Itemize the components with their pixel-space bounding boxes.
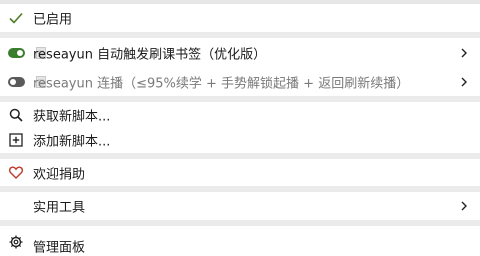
dashboard-label: 管理面板 — [33, 240, 86, 256]
get-new-scripts-item[interactable]: 获取新脚本... — [0, 102, 480, 127]
search-icon — [8, 107, 24, 123]
script-name: reseayun 自动触发刷课书签（优化版） — [33, 47, 267, 63]
donate-item[interactable]: 欢迎捐助 — [0, 159, 480, 186]
chevron-right-icon[interactable] — [458, 76, 470, 88]
add-new-script-label: 添加新脚本... — [33, 134, 111, 150]
get-new-scripts-label: 获取新脚本... — [33, 109, 111, 124]
enabled-label: 已启用 — [33, 12, 73, 28]
enabled-toggle-item[interactable]: 已启用 — [0, 4, 480, 32]
add-new-script-item[interactable]: 添加新脚本... — [0, 127, 480, 153]
chevron-right-icon[interactable] — [458, 47, 470, 59]
gear-icon — [8, 234, 24, 250]
chevron-right-icon[interactable] — [458, 200, 470, 212]
script-item[interactable]: reseayun 自动触发刷课书签（优化版） — [0, 38, 480, 68]
check-icon — [8, 10, 24, 26]
utilities-label: 实用工具 — [33, 200, 86, 216]
donate-label: 欢迎捐助 — [33, 167, 86, 182]
script-enabled-toggle[interactable] — [8, 77, 25, 87]
dashboard-item[interactable]: 管理面板 — [0, 226, 480, 256]
script-name: reseayun 连播（≤95%续学 + 手势解锁起播 + 返回刷新续播） — [33, 76, 410, 92]
script-item[interactable]: reseayun 连播（≤95%续学 + 手势解锁起播 + 返回刷新续播） — [0, 68, 480, 96]
heart-icon — [8, 165, 24, 181]
script-enabled-toggle[interactable] — [8, 48, 25, 58]
plus-square-icon — [8, 132, 24, 148]
utilities-item[interactable]: 实用工具 — [0, 192, 480, 220]
